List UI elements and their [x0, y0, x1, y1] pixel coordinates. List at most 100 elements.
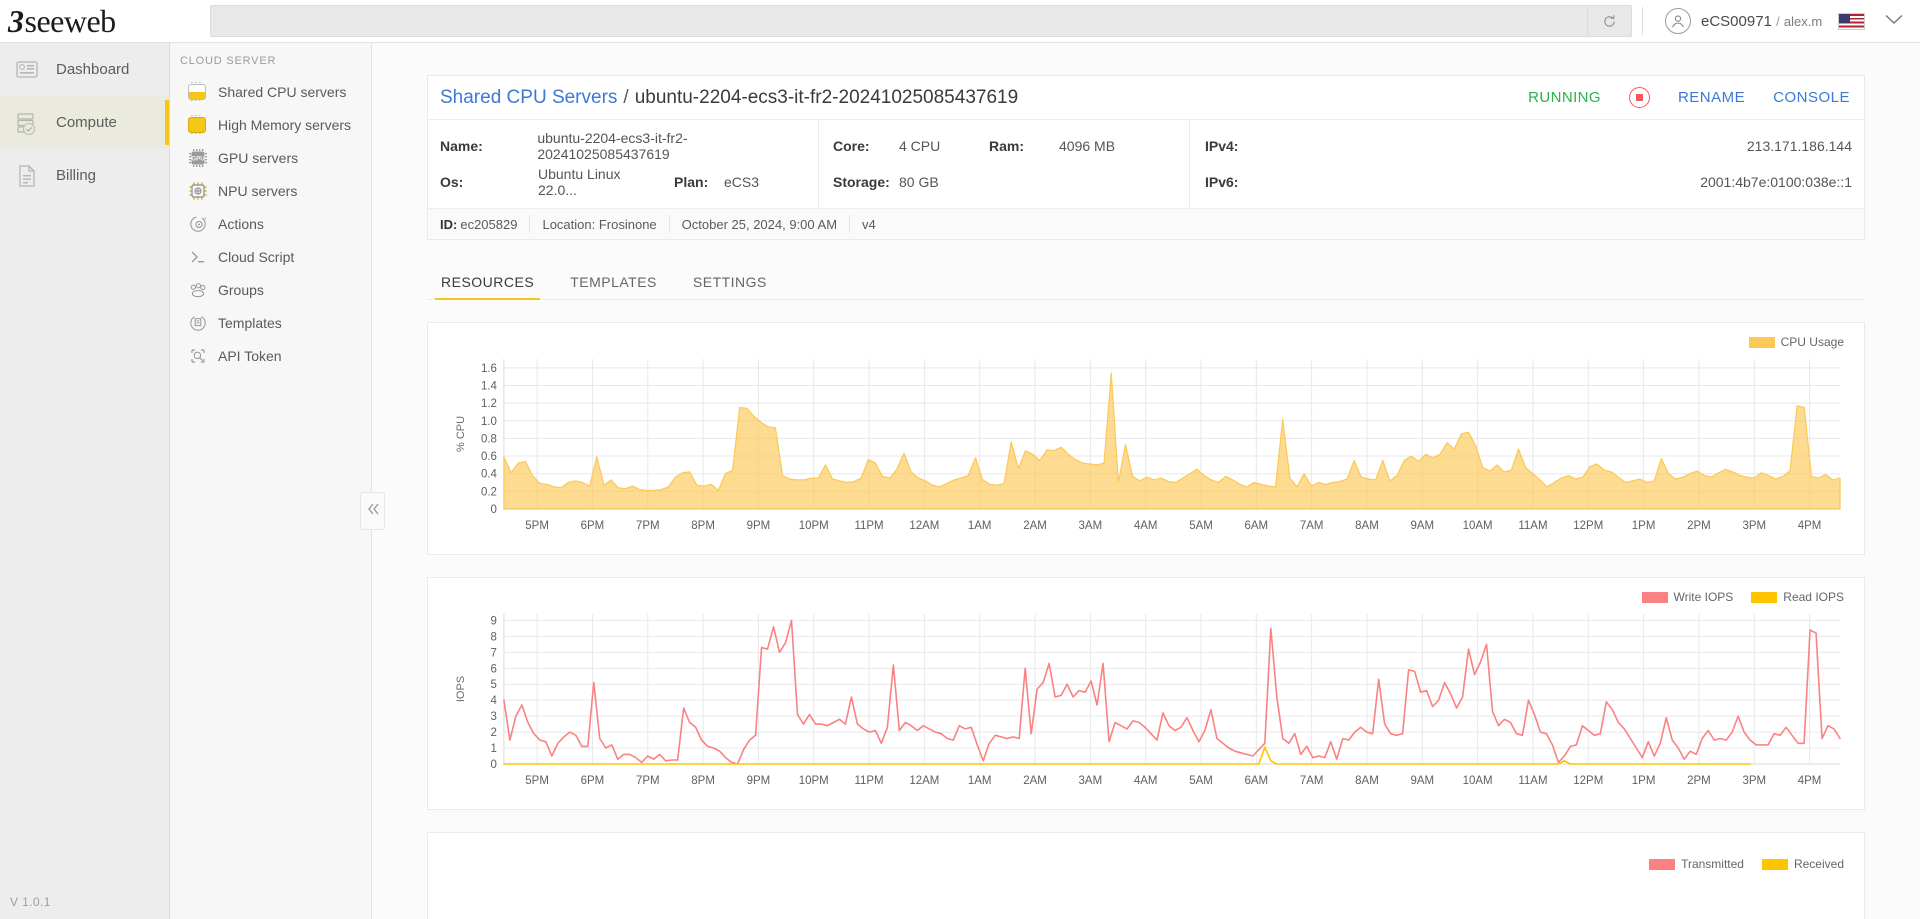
gear-refresh-icon [188, 214, 208, 234]
svg-text:12AM: 12AM [909, 520, 939, 532]
breadcrumb-parent-link[interactable]: Shared CPU Servers [440, 87, 617, 109]
stop-button-icon[interactable] [1628, 87, 1650, 108]
field-label: IPv6: [1205, 174, 1239, 190]
sidebar-label: Billing [56, 167, 97, 184]
subnav-label: NPU servers [218, 182, 298, 199]
subnav-label: Cloud Script [218, 248, 295, 265]
server-title-row: Shared CPU Servers / ubuntu-2204-ecs3-it… [428, 76, 1864, 120]
subnav-label: Groups [218, 281, 264, 298]
network-chart-legend: Transmitted Received [442, 855, 1850, 873]
svg-text:1.0: 1.0 [481, 416, 497, 428]
svg-text:11AM: 11AM [1518, 520, 1547, 532]
iops-chart: 0 1 2 3 4 5 6 7 8 9 5PM 6PM 7PM 8PM 9PM 10PM 11PM 12AM 1AM… [442, 606, 1850, 801]
meta-location: Location: Frosinone [530, 215, 670, 233]
field-label: Storage: [833, 174, 890, 190]
brand-logo[interactable]: 3 seeweb [0, 0, 172, 43]
tab-templates[interactable]: TEMPLATES [556, 264, 671, 299]
template-refresh-icon [188, 313, 208, 333]
subnav-label: GPU servers [218, 149, 299, 166]
tab-resources[interactable]: RESOURCES [427, 264, 548, 300]
sidebar-item-compute[interactable]: Compute [0, 96, 169, 149]
svg-text:5: 5 [491, 679, 497, 691]
user-menu[interactable]: eCS00971 / alex.m [1665, 8, 1917, 34]
us-flag-icon[interactable] [1838, 12, 1866, 30]
svg-text:0: 0 [491, 759, 497, 771]
svg-text:3PM: 3PM [1742, 520, 1766, 532]
svg-text:7PM: 7PM [636, 775, 660, 787]
subnav-label: API Token [218, 347, 282, 364]
svg-text:3AM: 3AM [1079, 775, 1103, 787]
svg-text:8AM: 8AM [1355, 775, 1379, 787]
svg-text:7: 7 [491, 647, 497, 659]
sidebar-item-cloud-script[interactable]: Cloud Script [170, 240, 371, 273]
sidebar-item-billing[interactable]: Billing [0, 149, 169, 202]
rename-button[interactable]: RENAME [1678, 89, 1745, 106]
svg-text:1.2: 1.2 [481, 398, 497, 410]
primary-sidebar: Dashboard Compute Billing V 1.0.1 [0, 43, 170, 919]
svg-text:% CPU: % CPU [455, 416, 467, 452]
svg-text:2PM: 2PM [1687, 520, 1711, 532]
tab-settings[interactable]: SETTINGS [679, 264, 781, 299]
legend-swatch [1649, 858, 1676, 870]
field-os: Os: Ubuntu Linux 22.0... Plan: eCS3 [428, 164, 818, 200]
svg-text:8PM: 8PM [691, 775, 715, 787]
field-label: Core: [833, 138, 870, 154]
field-value: ubuntu-2204-ecs3-it-fr2-2024102508543761… [537, 130, 688, 162]
sidebar-item-npu-servers[interactable]: NPU servers [170, 174, 371, 207]
legend-label: Write IOPS [1673, 590, 1734, 604]
legend-label: Received [1793, 857, 1844, 871]
sidebar-collapse-button[interactable] [360, 492, 385, 530]
server-detail-grid: Name: ubuntu-2204-ecs3-it-fr2-2024102508… [428, 120, 1864, 209]
svg-text:9: 9 [491, 615, 497, 627]
sidebar-item-gpu-servers[interactable]: GPU GPU servers [170, 141, 371, 174]
sidebar-label: Compute [56, 114, 117, 131]
cpu-usage-chart: 0 0.2 0.4 0.6 0.8 1.0 1.2 1.4 1.6 5PM 6PM 7PM 8PM 9PM… [442, 351, 1850, 546]
cpu-usage-chart-card: CPU Usage 0 0.2 0.4 0.6 0.8 1.0 1.2 1.4 1.6 5PM 6P… [427, 322, 1865, 555]
search-bar[interactable] [210, 5, 1632, 37]
legend-item-received: Received [1761, 857, 1844, 871]
breadcrumb-current: ubuntu-2204-ecs3-it-fr2-2024102508543761… [634, 86, 1019, 108]
console-button[interactable]: CONSOLE [1773, 89, 1850, 106]
legend-swatch [1751, 591, 1778, 603]
sidebar-item-dashboard[interactable]: Dashboard [0, 43, 169, 96]
sidebar-item-templates[interactable]: Templates [170, 306, 371, 339]
field-label: IPv4: [1205, 138, 1239, 154]
svg-text:1AM: 1AM [968, 775, 992, 787]
chevron-down-icon[interactable] [1885, 12, 1903, 30]
terminal-prompt-icon [188, 247, 208, 267]
reload-icon[interactable] [1587, 5, 1631, 37]
legend-label: Transmitted [1681, 857, 1744, 871]
field-value: 80 GB [899, 174, 939, 190]
svg-text:4AM: 4AM [1134, 520, 1158, 532]
field-label: Os: [440, 174, 464, 190]
svg-text:6AM: 6AM [1245, 520, 1269, 532]
sidebar-item-groups[interactable]: Groups [170, 273, 371, 306]
user-avatar-icon [1665, 8, 1691, 34]
svg-text:11AM: 11AM [1518, 775, 1547, 787]
account-separator: / [1776, 13, 1780, 29]
meta-id-label: ID: [440, 216, 458, 232]
search-input[interactable] [211, 6, 1587, 36]
field-value: 4096 MB [1059, 138, 1116, 154]
sidebar-item-shared-cpu-servers[interactable]: Shared CPU servers [170, 75, 371, 108]
svg-text:1: 1 [491, 743, 497, 755]
svg-text:5PM: 5PM [525, 775, 549, 787]
field-core-ram: Core: 4 CPU Ram: 4096 MB [819, 128, 1189, 164]
field-label: Ram: [989, 138, 1025, 154]
svg-text:3PM: 3PM [1742, 775, 1766, 787]
field-value: 4 CPU [899, 138, 941, 154]
field-value: 2001:4b7e:0100:038e::1 [1700, 174, 1852, 190]
svg-text:8PM: 8PM [691, 520, 715, 532]
svg-text:4AM: 4AM [1134, 775, 1158, 787]
svg-text:12PM: 12PM [1573, 775, 1603, 787]
double-chevron-left-icon [366, 502, 380, 521]
sidebar-item-api-token[interactable]: API Token [170, 339, 371, 372]
cpu-chip-full-icon [188, 115, 208, 135]
svg-text:1PM: 1PM [1632, 520, 1656, 532]
sidebar-item-actions[interactable]: Actions [170, 207, 371, 240]
svg-text:8AM: 8AM [1355, 520, 1379, 532]
sidebar-item-high-memory-servers[interactable]: High Memory servers [170, 108, 371, 141]
svg-text:3: 3 [491, 711, 497, 723]
subnav-section-title: CLOUD SERVER [180, 55, 277, 67]
npu-chip-icon [188, 181, 208, 201]
